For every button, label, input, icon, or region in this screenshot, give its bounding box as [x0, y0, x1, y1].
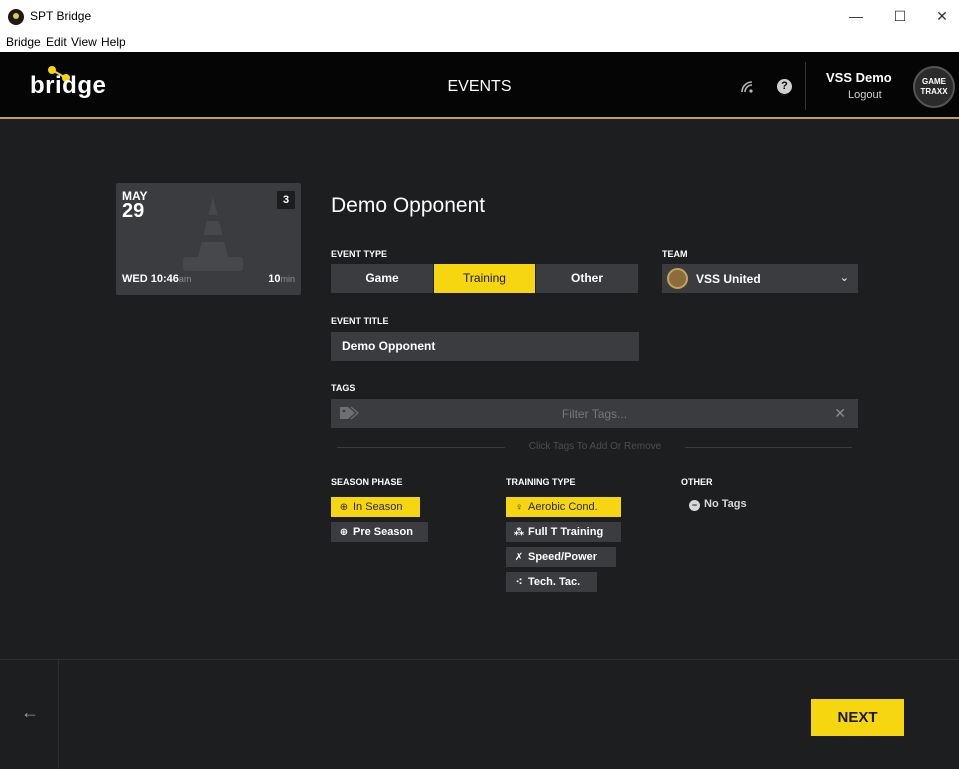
menu-bridge[interactable]: Bridge [6, 35, 41, 49]
minimize-button[interactable]: — [841, 4, 871, 28]
menu-view[interactable]: View [71, 35, 97, 49]
event-weekday-time: WED 10:46 [122, 273, 179, 285]
tag-aerobic-cond-label: Aerobic Cond. [528, 501, 598, 513]
window-titlebar: SPT Bridge — ☐ ✕ [0, 0, 959, 34]
menu-edit[interactable]: Edit [46, 35, 67, 49]
team-select[interactable]: VSS United ⌄ [662, 264, 858, 293]
training-cone-icon [183, 197, 243, 271]
app-icon [8, 9, 24, 25]
maximize-button[interactable]: ☐ [885, 4, 915, 28]
event-type-training[interactable]: Training [434, 264, 535, 293]
season-icon: ⊕ [339, 502, 349, 513]
tags-label: TAGS [331, 383, 356, 393]
event-title-input[interactable]: Demo Opponent [331, 332, 639, 361]
event-duration-value: 10 [268, 273, 281, 285]
event-duration: 10min [268, 273, 295, 285]
avatar[interactable]: GAME TRAXX [913, 66, 955, 108]
footer-divider [0, 659, 959, 660]
team-name: VSS United [696, 272, 761, 286]
event-type-other[interactable]: Other [536, 264, 638, 293]
tag-in-season[interactable]: ⊕ In Season [331, 497, 420, 517]
event-day: 29 [122, 200, 145, 222]
tag-speed-power[interactable]: ✗ Speed/Power [506, 547, 616, 567]
user-name: VSS Demo [826, 70, 892, 85]
signal-icon[interactable] [740, 80, 754, 94]
event-title-label: EVENT TITLE [331, 316, 389, 326]
page-title: EVENTS [447, 78, 512, 95]
event-type-game[interactable]: Game [331, 264, 433, 293]
other-label: OTHER [681, 477, 713, 487]
minus-circle-icon: − [689, 500, 700, 511]
team-label: TEAM [662, 249, 688, 259]
avatar-text-2: TRAXX [920, 87, 948, 96]
tag-speed-power-label: Speed/Power [528, 551, 598, 563]
logout-link[interactable]: Logout [848, 89, 882, 101]
app-header: bridge EVENTS ? VSS Demo Logout GAME TRA… [0, 52, 959, 119]
tag-no-tags-label: No Tags [704, 498, 747, 510]
season-icon: ⊕ [339, 527, 349, 538]
team-icon: ⁂ [513, 527, 525, 538]
menu-help[interactable]: Help [101, 35, 126, 49]
tag-tech-tac[interactable]: ⁖ Tech. Tac. [506, 572, 597, 592]
hint-divider-right [685, 447, 852, 448]
header-divider [805, 62, 806, 110]
footer-vertical-divider [58, 660, 59, 769]
event-count-badge: 3 [277, 191, 295, 209]
help-icon[interactable]: ? [777, 79, 792, 94]
back-arrow-icon[interactable]: ← [21, 702, 39, 723]
season-phase-label: SEASON PHASE [331, 477, 403, 487]
avatar-text-1: GAME [922, 77, 946, 86]
tags-hint: Click Tags To Add Or Remove [528, 441, 662, 452]
menu-bar: Bridge Edit View Help [0, 34, 959, 52]
event-time: WED 10:46am [122, 273, 191, 285]
close-icon[interactable]: ✕ [834, 405, 846, 422]
event-duration-unit: min [280, 274, 295, 284]
sprint-icon: ✗ [514, 552, 524, 563]
training-type-label: TRAINING TYPE [506, 477, 576, 487]
chevron-down-icon: ⌄ [839, 272, 849, 284]
event-card[interactable]: MAY 29 3 WED 10:46am 10min [116, 183, 301, 295]
tag-tech-tac-label: Tech. Tac. [528, 576, 581, 588]
tag-no-tags[interactable]: − No Tags [689, 498, 747, 511]
close-button[interactable]: ✕ [927, 4, 957, 28]
hint-divider-left [337, 447, 505, 448]
tag-full-t-training[interactable]: ⁂ Full T Training [506, 522, 621, 542]
tags-placeholder: Filter Tags... [561, 407, 628, 421]
tactics-icon: ⁖ [515, 577, 523, 588]
tag-pre-season-label: Pre Season [353, 526, 413, 538]
aerobic-icon: ♀ [515, 502, 523, 513]
tag-aerobic-cond[interactable]: ♀ Aerobic Cond. [506, 497, 621, 517]
window-title: SPT Bridge [30, 9, 92, 23]
event-type-label: EVENT TYPE [331, 249, 388, 259]
tag-full-t-training-label: Full T Training [528, 526, 604, 538]
team-crest-icon [667, 268, 688, 289]
event-heading: Demo Opponent [331, 194, 486, 217]
tag-in-season-label: In Season [353, 501, 403, 513]
next-button[interactable]: NEXT [811, 699, 904, 736]
event-ampm: am [178, 274, 192, 284]
tag-pre-season[interactable]: ⊕ Pre Season [331, 522, 428, 542]
tags-filter-input[interactable]: Filter Tags... ✕ [331, 399, 858, 428]
